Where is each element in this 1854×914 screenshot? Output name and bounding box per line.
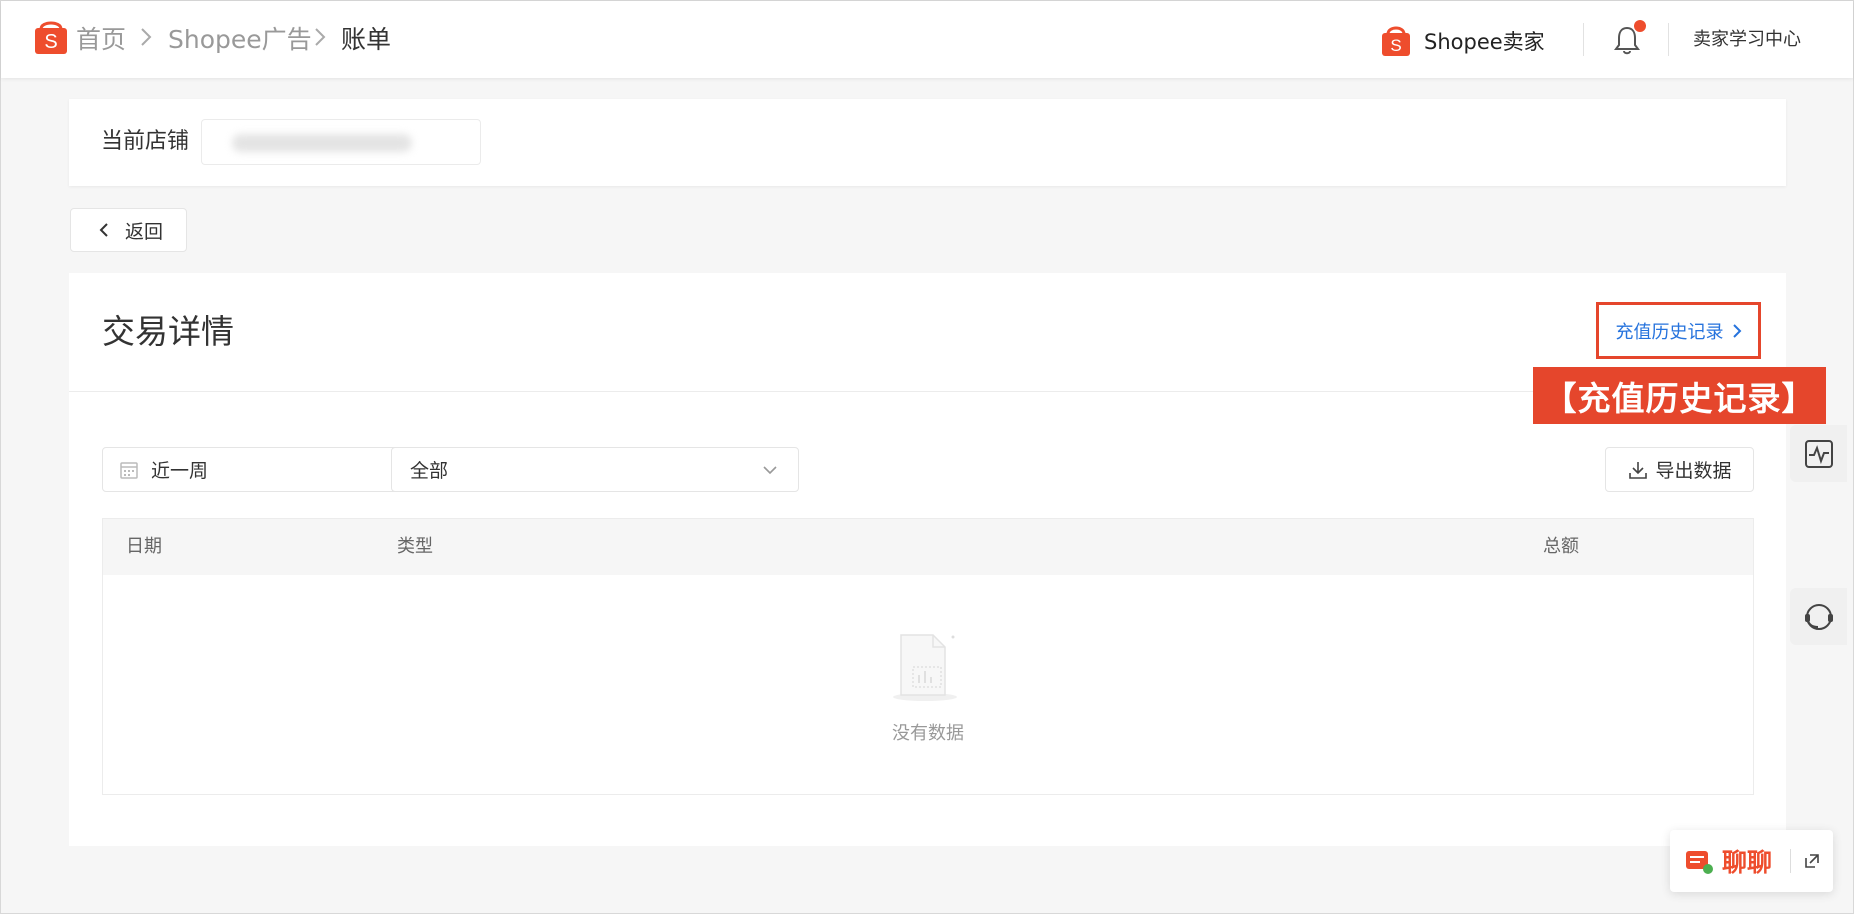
learning-center-link[interactable]: 卖家学习中心 [1693, 26, 1801, 54]
headset-icon [1804, 603, 1833, 630]
top-bar: S 首页 Shopee广告 账单 S Shopee卖家 卖家学习中心 [1, 1, 1853, 78]
transaction-details-card: 交易详情 充值历史记录 近一周 全部 导出数据 日期 类型 总额 没有数据 [69, 273, 1786, 846]
export-data-button[interactable]: 导出数据 [1605, 447, 1754, 492]
shopee-seller-logo-icon[interactable]: S [1381, 23, 1411, 57]
annotation-label: 【充值历史记录】 [1533, 367, 1826, 424]
store-name-redacted [232, 134, 412, 152]
recharge-history-label: 充值历史记录 [1615, 321, 1724, 343]
performance-monitor-button[interactable] [1790, 425, 1847, 482]
breadcrumb-billing: 账单 [341, 25, 392, 54]
back-button[interactable]: 返回 [70, 208, 187, 252]
type-select[interactable]: 全部 [391, 447, 799, 492]
store-card: 当前店铺 [69, 99, 1786, 186]
download-icon [1629, 461, 1648, 479]
chevron-left-icon [99, 223, 108, 237]
calendar-icon [120, 461, 138, 479]
chevron-down-icon [763, 466, 777, 475]
chat-minimize-button[interactable] [1799, 848, 1825, 874]
breadcrumb-ads[interactable]: Shopee广告 [168, 23, 312, 57]
date-range-value: 近一周 [151, 460, 209, 482]
svg-text:S: S [44, 31, 57, 53]
minimize-window-icon [1805, 854, 1819, 868]
export-data-label: 导出数据 [1655, 460, 1732, 482]
pulse-chart-icon [1804, 439, 1833, 468]
shopee-logo-icon[interactable]: S [33, 17, 69, 55]
store-label: 当前店铺 [101, 129, 190, 154]
transactions-table: 日期 类型 总额 没有数据 [102, 518, 1754, 795]
notification-dot [1634, 20, 1646, 32]
column-header-type: 类型 [397, 536, 433, 557]
svg-text:S: S [1390, 36, 1401, 55]
chevron-right-icon [315, 28, 326, 46]
type-select-value: 全部 [410, 460, 449, 482]
divider [69, 391, 1786, 392]
chat-icon [1686, 851, 1713, 874]
empty-state-text: 没有数据 [892, 723, 964, 744]
back-label: 返回 [125, 220, 164, 243]
chat-button[interactable]: 聊聊 [1670, 830, 1788, 892]
page-title: 交易详情 [102, 312, 234, 351]
breadcrumb-home[interactable]: 首页 [76, 23, 126, 57]
chat-label: 聊聊 [1722, 848, 1773, 877]
empty-data-icon [893, 634, 957, 701]
recharge-history-link[interactable]: 充值历史记录 [1596, 302, 1761, 359]
chat-widget: 聊聊 [1670, 830, 1833, 892]
divider [1583, 23, 1584, 56]
store-selector[interactable] [201, 119, 481, 165]
chevron-right-icon [1732, 323, 1741, 338]
divider [1790, 849, 1791, 873]
column-header-date: 日期 [126, 536, 162, 557]
chevron-right-icon [141, 28, 152, 46]
column-header-total: 总额 [1543, 536, 1579, 557]
table-header: 日期 类型 总额 [103, 519, 1753, 575]
divider [1668, 23, 1669, 56]
brand-label[interactable]: Shopee卖家 [1424, 27, 1545, 57]
customer-service-button[interactable] [1790, 588, 1847, 645]
